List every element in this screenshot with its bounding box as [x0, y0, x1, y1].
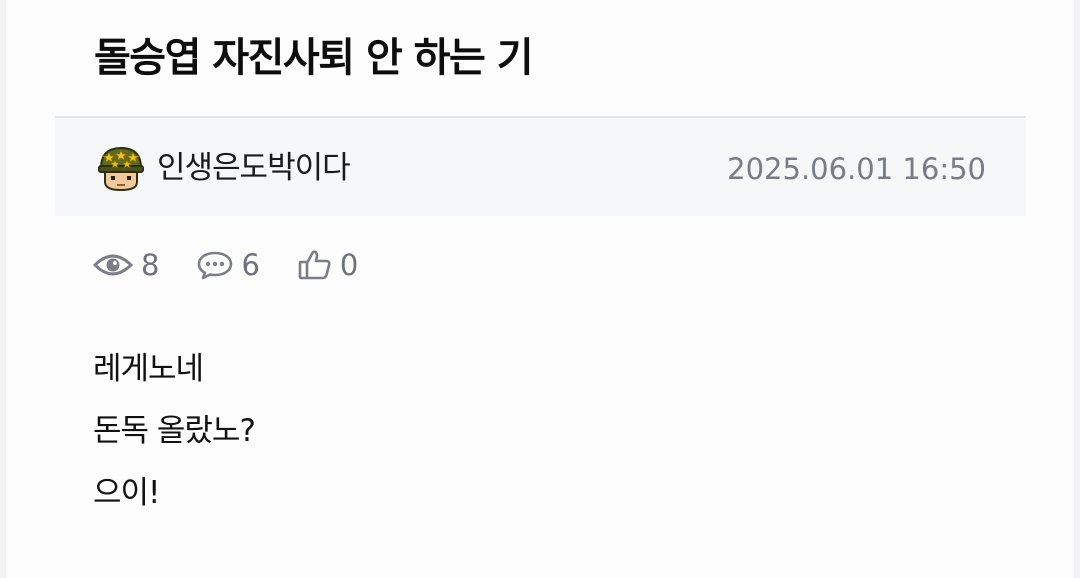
- eye-icon: [93, 251, 133, 279]
- post-title: 돌승엽 자진사퇴 안 하는 기: [94, 35, 534, 81]
- soldier-helmet-avatar-icon[interactable]: [95, 142, 147, 194]
- speech-bubble-icon: [197, 250, 233, 280]
- post-body: 레게노네 돈독 올랐노? 으이!: [93, 338, 256, 524]
- right-frame-edge: [1074, 0, 1080, 578]
- post-meta-bar: 인생은도박이다 2025.06.01 16:50: [55, 116, 1026, 216]
- post-stats: 8 6 0: [93, 243, 396, 287]
- post-datetime: 2025.06.01 16:50: [727, 152, 986, 186]
- views-stat: 8: [93, 243, 159, 287]
- views-count: 8: [141, 248, 160, 282]
- body-line: 돈독 올랐노?: [93, 413, 256, 449]
- left-frame-edge: [0, 0, 6, 578]
- author-name[interactable]: 인생은도박이다: [157, 146, 351, 190]
- comments-count: 6: [241, 248, 260, 282]
- comments-stat[interactable]: 6: [197, 243, 260, 287]
- body-line: 레게노네: [93, 351, 204, 387]
- thumbs-up-icon: [298, 249, 332, 281]
- likes-stat[interactable]: 0: [298, 243, 358, 287]
- likes-count: 0: [339, 248, 359, 282]
- body-line: 으이!: [93, 475, 160, 511]
